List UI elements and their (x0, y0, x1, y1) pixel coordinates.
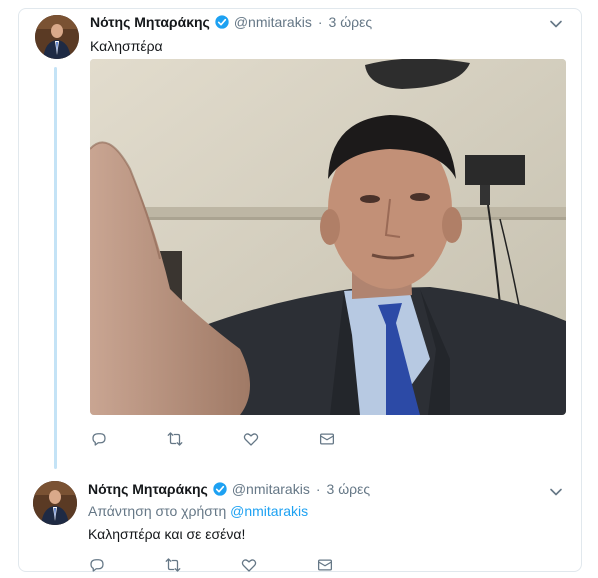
reply-icon (92, 433, 106, 446)
tweet[interactable]: Νότης Μηταράκης @nmitarakis · 3 ώρες Καλ… (19, 9, 581, 469)
tweet-actions (90, 429, 394, 449)
retweet-button[interactable] (164, 555, 240, 575)
author-name[interactable]: Νότης Μηταράκης (88, 481, 208, 497)
like-button[interactable] (240, 555, 316, 575)
replying-to-mention[interactable]: @nmitarakis (230, 503, 308, 519)
verified-badge-icon (215, 15, 229, 29)
tweet-photo[interactable] (90, 59, 566, 415)
envelope-icon (319, 433, 335, 445)
tweet-actions (88, 555, 392, 575)
tweet-text: Καλησπέρα (90, 38, 163, 54)
envelope-icon (317, 559, 333, 571)
retweet-icon (167, 432, 183, 446)
heart-icon (241, 559, 257, 572)
verified-badge-icon (213, 482, 227, 496)
author-avatar[interactable] (33, 481, 77, 525)
tweet-header: Νότης Μηταράκης @nmitarakis · 3 ώρες (90, 14, 372, 30)
heart-icon (243, 433, 259, 446)
direct-message-button[interactable] (318, 429, 394, 449)
direct-message-button[interactable] (316, 555, 392, 575)
tweet-reply[interactable]: Νότης Μηταράκης @nmitarakis · 3 ώρες Απά… (19, 469, 581, 573)
author-name[interactable]: Νότης Μηταράκης (90, 14, 210, 30)
tweet-text: Καλησπέρα και σε εσένα! (88, 526, 246, 542)
author-handle[interactable]: @nmitarakis (232, 481, 310, 497)
reply-button[interactable] (90, 429, 166, 449)
tweet-timestamp[interactable]: 3 ώρες (327, 481, 371, 497)
separator-dot: · (317, 14, 323, 30)
reply-icon (90, 559, 104, 572)
thread-connector-line (54, 67, 57, 469)
reply-button[interactable] (88, 555, 164, 575)
tweet-thread-card: Νότης Μηταράκης @nmitarakis · 3 ώρες Καλ… (18, 8, 582, 572)
like-button[interactable] (242, 429, 318, 449)
replying-to: Απάντηση στο χρήστη @nmitarakis (88, 503, 308, 519)
separator-dot: · (315, 481, 321, 497)
tweet-header: Νότης Μηταράκης @nmitarakis · 3 ώρες (88, 481, 370, 497)
author-handle[interactable]: @nmitarakis (234, 14, 312, 30)
chevron-down-icon[interactable] (549, 485, 563, 499)
retweet-button[interactable] (166, 429, 242, 449)
retweet-icon (165, 558, 181, 572)
replying-to-label: Απάντηση στο χρήστη (88, 503, 227, 519)
tweet-timestamp[interactable]: 3 ώρες (329, 14, 373, 30)
chevron-down-icon[interactable] (549, 17, 563, 31)
author-avatar[interactable] (35, 15, 79, 59)
